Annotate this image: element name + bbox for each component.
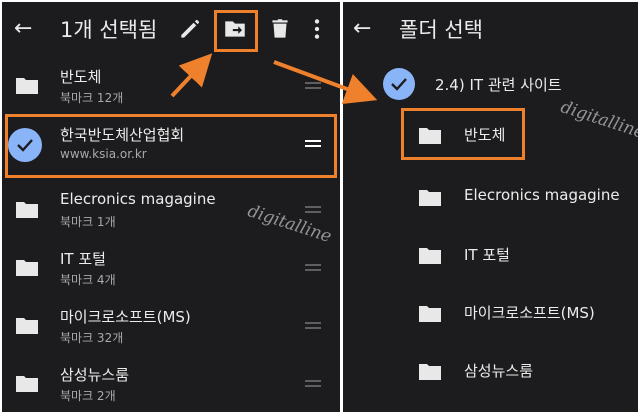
folder-picker-screen: ← 폴더 선택 2.4) IT 관련 사이트 반도체 Elecronics ma… — [343, 2, 638, 412]
item-subtitle: 북마크 2개 — [60, 389, 116, 403]
folder-option-row[interactable]: 마이크로소프트(MS) — [343, 284, 638, 342]
drag-handle-icon[interactable] — [305, 322, 321, 330]
folder-option-name: 삼성뉴스룸 — [464, 362, 534, 380]
folder-option-row[interactable]: Elecronics magagine — [343, 168, 638, 226]
item-subtitle: 북마크 12개 — [60, 91, 124, 105]
folder-option-name: Elecronics magagine — [464, 186, 620, 204]
bookmark-selection-screen: ← 1개 선택됨 반도체 북마크 12개 한국반도체산업협회 www.ksia.… — [2, 2, 340, 412]
folder-option-name: IT 포털 — [464, 246, 510, 264]
back-arrow-icon[interactable]: ← — [353, 16, 371, 42]
move-icon-highlight — [214, 10, 258, 52]
bookmark-folder-row[interactable]: 마이크로소프트(MS) 북마크 32개 — [2, 298, 340, 356]
folder-picker-toolbar: ← 폴더 선택 — [343, 2, 638, 58]
back-arrow-icon[interactable]: ← — [14, 16, 32, 42]
drag-handle-icon[interactable] — [305, 380, 321, 388]
item-subtitle: 북마크 1개 — [60, 215, 116, 229]
folder-icon — [419, 190, 441, 206]
folder-icon — [16, 318, 38, 334]
item-name: IT 포털 — [60, 250, 106, 268]
item-subtitle: 북마크 32개 — [60, 331, 124, 345]
item-name: 마이크로소프트(MS) — [60, 308, 191, 326]
folder-icon — [419, 248, 441, 264]
drag-handle-icon[interactable] — [305, 82, 321, 90]
item-name: Elecronics magagine — [60, 190, 216, 208]
current-folder-check-icon — [383, 68, 415, 100]
selected-row-highlight — [5, 114, 337, 178]
selection-count-title: 1개 선택됨 — [60, 18, 158, 42]
folder-icon — [16, 260, 38, 276]
bookmark-folder-row[interactable]: 반도체 북마크 12개 — [2, 58, 340, 116]
folder-icon — [16, 78, 38, 94]
item-subtitle: 북마크 4개 — [60, 273, 116, 287]
selection-toolbar: ← 1개 선택됨 — [2, 2, 340, 58]
folder-option-row[interactable]: 삼성뉴스룸 — [343, 342, 638, 400]
current-folder-row[interactable]: 2.4) IT 관련 사이트 — [343, 62, 638, 106]
folder-icon — [16, 202, 38, 218]
target-folder-highlight — [401, 108, 525, 160]
folder-icon — [16, 376, 38, 392]
folder-option-name: 마이크로소프트(MS) — [464, 304, 595, 322]
drag-handle-icon[interactable] — [305, 264, 321, 272]
folder-icon — [419, 306, 441, 322]
bookmark-folder-row[interactable]: 삼성뉴스룸 북마크 2개 — [2, 356, 340, 412]
folder-picker-title: 폴더 선택 — [399, 18, 483, 42]
more-vert-icon[interactable] — [304, 16, 330, 42]
edit-icon[interactable] — [177, 16, 203, 42]
current-folder-name: 2.4) IT 관련 사이트 — [435, 76, 562, 94]
bookmark-folder-row[interactable]: IT 포털 북마크 4개 — [2, 240, 340, 298]
folder-icon — [419, 364, 441, 380]
item-name: 반도체 — [60, 68, 102, 86]
drag-handle-icon[interactable] — [305, 206, 321, 214]
folder-option-row[interactable]: IT 포털 — [343, 226, 638, 284]
delete-icon[interactable] — [267, 16, 293, 42]
item-name: 삼성뉴스룸 — [60, 366, 130, 384]
